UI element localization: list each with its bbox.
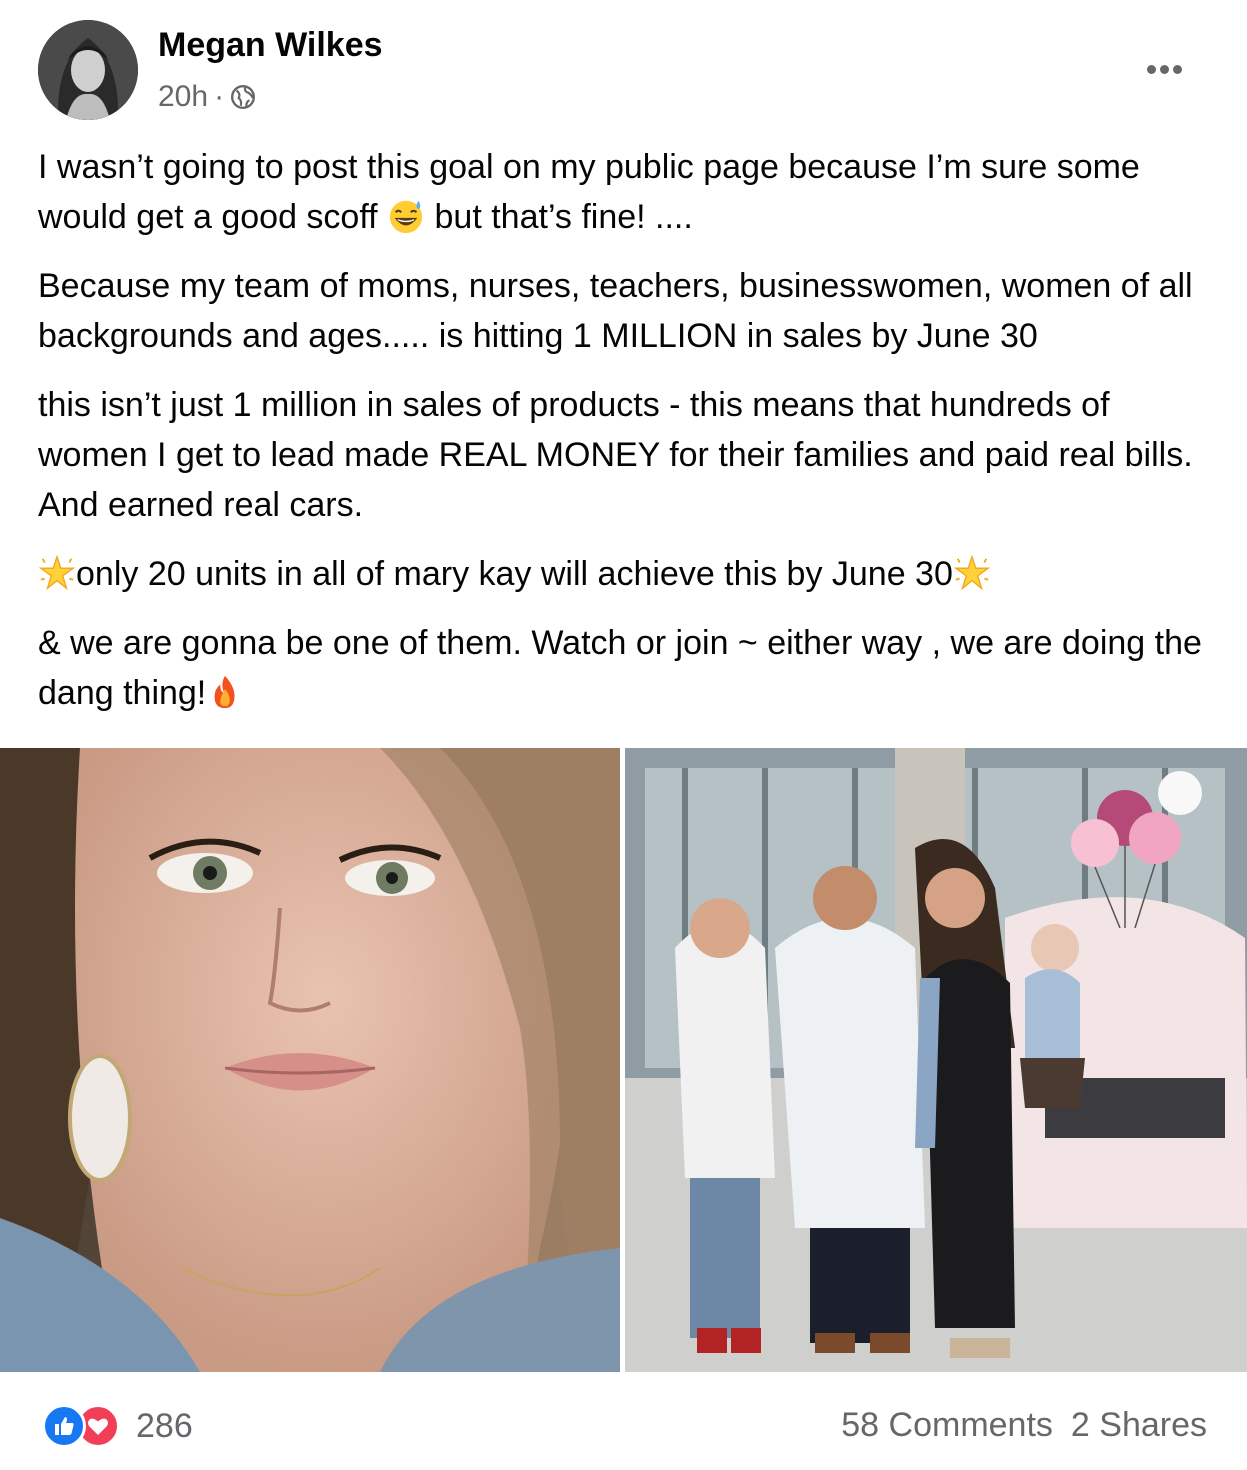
paragraph-2: Because my team of moms, nurses, teacher… bbox=[38, 267, 1193, 355]
paragraph-3: this isn’t just 1 million in sales of pr… bbox=[38, 386, 1193, 524]
globe-icon bbox=[231, 84, 256, 110]
like-icon bbox=[42, 1404, 86, 1448]
photo-grid bbox=[0, 748, 1247, 1372]
dot bbox=[1172, 64, 1182, 74]
paragraph-4: only 20 units in all of mary kay will ac… bbox=[38, 549, 1218, 599]
dot bbox=[1159, 64, 1169, 74]
paragraph-1-end: but that’s fine! .... bbox=[425, 198, 693, 236]
post-timestamp[interactable]: 20h bbox=[158, 80, 208, 114]
selfie-photo[interactable] bbox=[0, 748, 620, 1372]
glowing-star-emoji bbox=[953, 554, 991, 591]
author-name[interactable]: Megan Wilkes bbox=[158, 26, 383, 65]
fire-emoji bbox=[214, 675, 235, 709]
paragraph-5: & we are gonna be one of them. Watch or … bbox=[38, 618, 1218, 718]
selfie-image bbox=[0, 748, 620, 1372]
engagement-stats: 58 Comments 2 Shares bbox=[841, 1406, 1207, 1445]
dot bbox=[1146, 64, 1156, 74]
meta-separator: · bbox=[214, 80, 225, 113]
family-car-image bbox=[625, 748, 1247, 1372]
reaction-count: 286 bbox=[136, 1406, 193, 1445]
avatar-image bbox=[38, 20, 138, 120]
facebook-post: Megan Wilkes 20h · I wasn’t going to pos… bbox=[0, 0, 1247, 1470]
post-text: I wasn’t going to post this goal on my p… bbox=[38, 142, 1218, 737]
heart-icon bbox=[88, 1418, 108, 1435]
author-avatar[interactable] bbox=[38, 20, 138, 120]
family-car-photo[interactable] bbox=[625, 748, 1247, 1372]
comments-link[interactable]: 58 Comments bbox=[841, 1406, 1053, 1445]
post-footer: 286 58 Comments 2 Shares bbox=[0, 1372, 1247, 1470]
post-header: Megan Wilkes 20h · bbox=[38, 20, 1208, 124]
paragraph-1: I wasn’t going to post this goal on my p… bbox=[38, 142, 1218, 242]
glowing-star-emoji bbox=[38, 554, 76, 591]
paragraph-4-text: only 20 units in all of mary kay will ac… bbox=[76, 555, 953, 593]
post-meta: 20h · bbox=[158, 80, 256, 114]
shares-link[interactable]: 2 Shares bbox=[1071, 1406, 1207, 1445]
thumbs-up-icon bbox=[55, 1417, 74, 1435]
grinning-sweat-emoji bbox=[389, 200, 423, 234]
more-options-icon[interactable] bbox=[1136, 54, 1192, 84]
reactions-summary[interactable]: 286 bbox=[42, 1404, 193, 1448]
